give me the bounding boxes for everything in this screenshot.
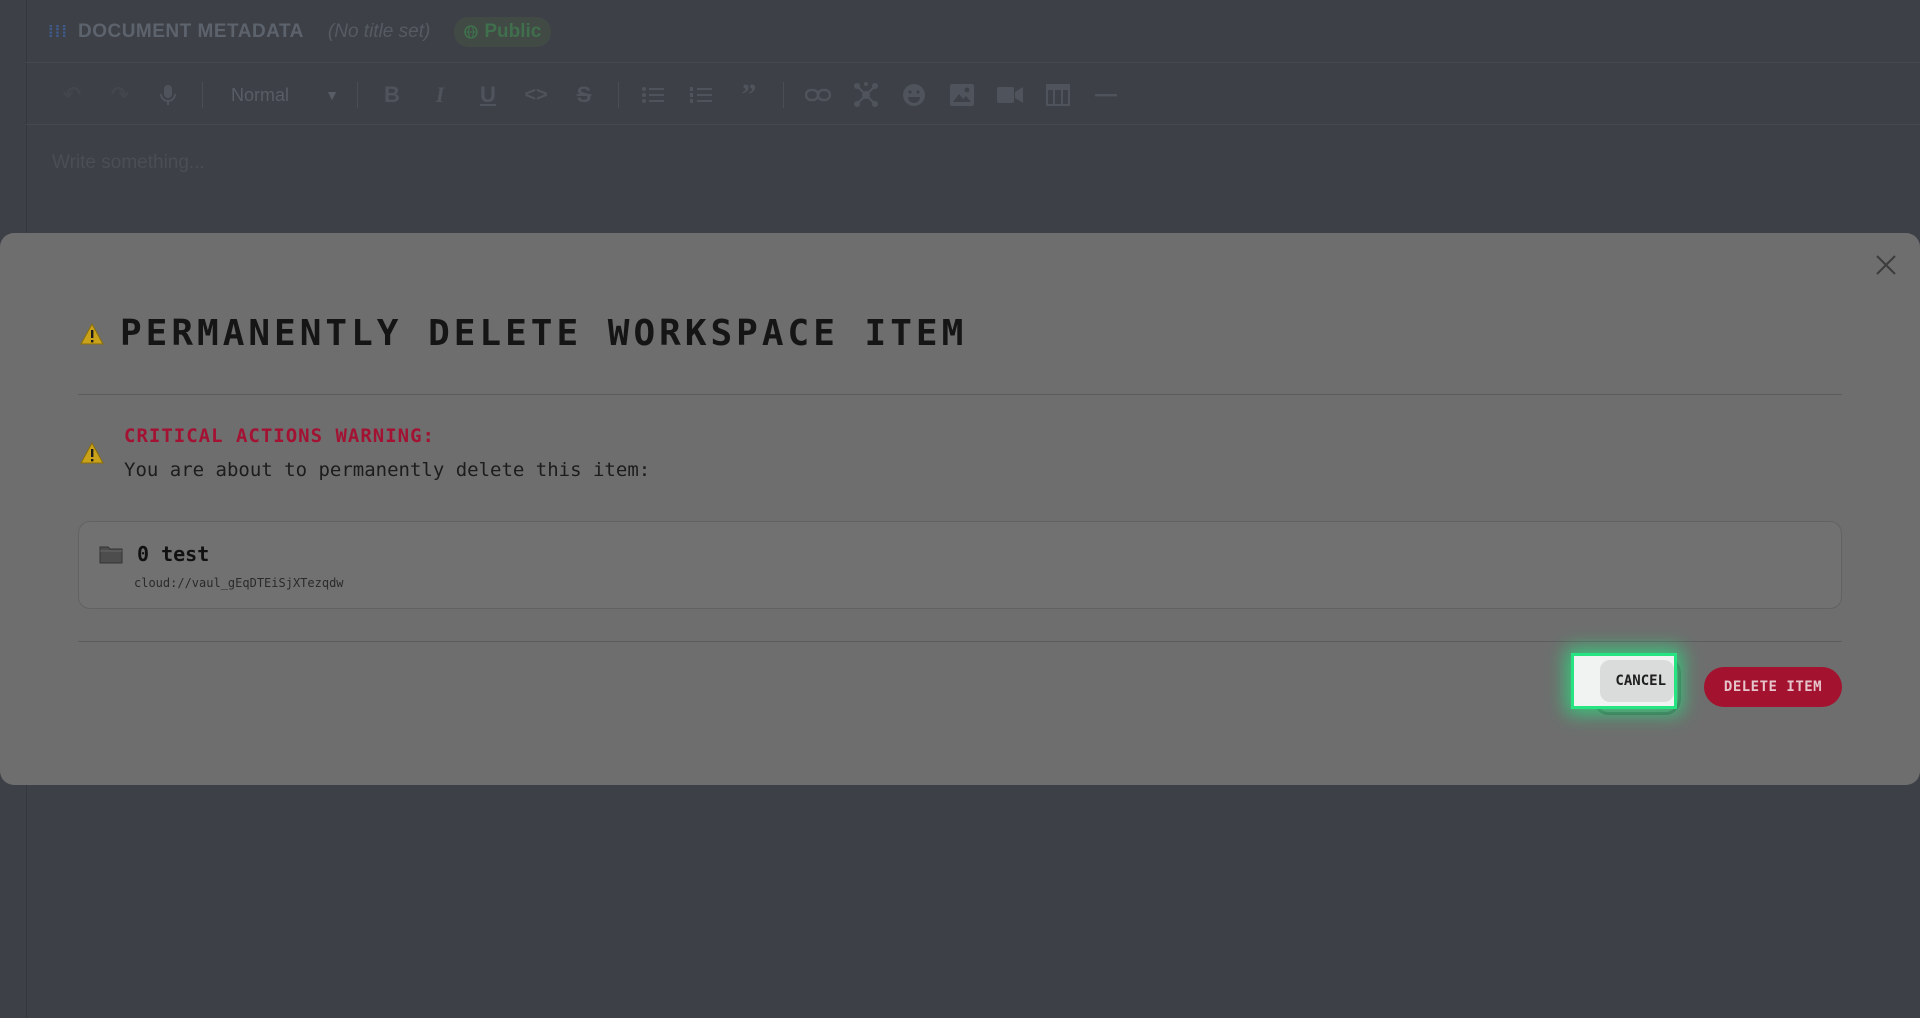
horizontal-rule-button[interactable] [1082, 75, 1130, 115]
strikethrough-icon: S [576, 82, 592, 107]
redo-button[interactable]: ↷ [96, 75, 144, 115]
italic-button[interactable]: I [416, 75, 464, 115]
metadata-bar: ⁞⁞⁞ DOCUMENT METADATA (No title set) Pub… [48, 14, 552, 50]
underline-icon: U [480, 82, 496, 107]
italic-icon: I [435, 82, 445, 107]
item-path: cloud://vaul_gEqDTEiSjXTezqdw [134, 576, 344, 590]
footer-divider [78, 641, 1842, 642]
video-button[interactable] [986, 75, 1034, 115]
toolbar-separator [357, 82, 358, 108]
warning-icon [80, 442, 104, 464]
network-icon [854, 82, 878, 107]
bullet-list-button[interactable] [629, 75, 677, 115]
modal-title: PERMANENTLY DELETE WORKSPACE ITEM [120, 313, 968, 354]
table-icon [1046, 84, 1070, 106]
code-button[interactable]: <> [512, 75, 560, 115]
globe-icon [464, 25, 479, 39]
modal-header: PERMANENTLY DELETE WORKSPACE ITEM [80, 313, 967, 354]
strikethrough-button[interactable]: S [560, 75, 608, 115]
visibility-badge-label: Public [484, 21, 542, 42]
bold-button[interactable]: B [368, 75, 416, 115]
cancel-button-wrapper: CANCEL [1571, 653, 1681, 715]
editor-toolbar: ↶ ↷ Normal ▼ B I U <> S ” [48, 74, 1130, 116]
close-button[interactable] [1870, 249, 1902, 281]
document-title-placeholder[interactable]: (No title set) [328, 21, 430, 43]
critical-warning: CRITICAL ACTIONS WARNING: You are about … [80, 425, 650, 481]
underline-button[interactable]: U [464, 75, 512, 115]
delete-item-label: DELETE ITEM [1723, 679, 1823, 695]
numbered-list-button[interactable] [677, 75, 725, 115]
video-icon [997, 87, 1023, 103]
numbered-list-icon [690, 87, 712, 103]
metadata-title: DOCUMENT METADATA [77, 21, 304, 42]
close-icon [1876, 255, 1896, 275]
link-icon [805, 88, 831, 102]
metadata-divider [26, 62, 1920, 63]
block-style-value: Normal [231, 84, 290, 105]
toolbar-separator [618, 82, 619, 108]
item-card: 0 test cloud://vaul_gEqDTEiSjXTezqdw [78, 521, 1842, 609]
warning-icon [80, 322, 104, 344]
block-style-select[interactable]: Normal ▼ [223, 75, 347, 115]
editor-placeholder[interactable]: Write something... [52, 152, 205, 174]
header-divider [78, 394, 1842, 395]
item-name: 0 test [137, 542, 210, 566]
image-icon [950, 84, 974, 106]
delete-confirmation-modal: PERMANENTLY DELETE WORKSPACE ITEM CRITIC… [0, 233, 1920, 785]
emoji-icon [903, 84, 925, 106]
undo-button[interactable]: ↶ [48, 75, 96, 115]
folder-icon [99, 546, 123, 564]
cancel-label: CANCEL [1615, 673, 1666, 689]
redo-icon: ↷ [110, 82, 130, 107]
caret-down-icon: ▼ [325, 87, 339, 103]
visibility-badge[interactable]: Public [454, 17, 552, 47]
quote-icon: ” [741, 78, 757, 111]
undo-icon: ↶ [62, 82, 82, 107]
toolbar-separator [202, 82, 203, 108]
grid-icon: ⁞⁞⁞ [48, 22, 68, 41]
microphone-icon [160, 85, 176, 105]
emoji-button[interactable] [890, 75, 938, 115]
warning-body: You are about to permanently delete this… [124, 459, 651, 481]
quote-button[interactable]: ” [725, 75, 773, 115]
horizontal-rule-icon [1095, 94, 1117, 97]
cancel-button[interactable]: CANCEL [1571, 653, 1677, 709]
bullet-list-icon [642, 87, 664, 103]
warning-heading: CRITICAL ACTIONS WARNING: [124, 425, 435, 447]
delete-item-button[interactable]: DELETE ITEM [1704, 667, 1842, 707]
image-button[interactable] [938, 75, 986, 115]
code-icon: <> [524, 83, 548, 106]
toolbar-divider [26, 124, 1920, 125]
toolbar-separator [783, 82, 784, 108]
network-button[interactable] [842, 75, 890, 115]
bold-icon: B [384, 82, 400, 107]
table-button[interactable] [1034, 75, 1082, 115]
dictation-button[interactable] [144, 75, 192, 115]
link-button[interactable] [794, 75, 842, 115]
